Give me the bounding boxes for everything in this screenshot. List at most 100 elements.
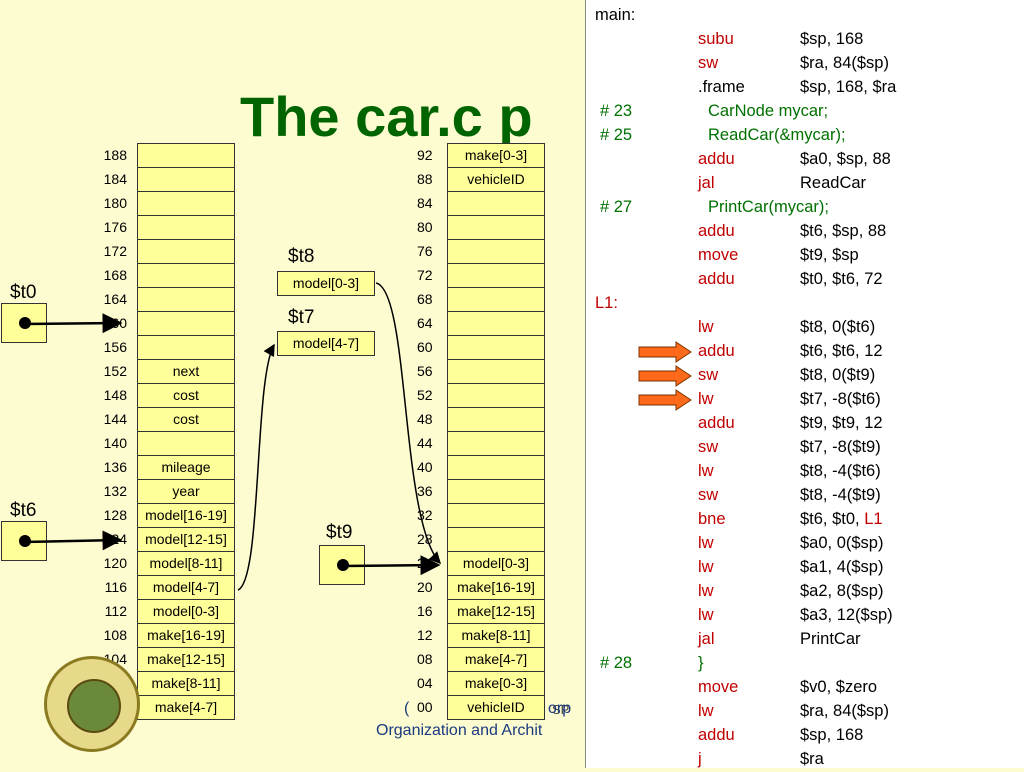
- code-line: move $t9, $sp: [586, 244, 1024, 268]
- opcode: lw: [698, 702, 714, 720]
- operands: $a1, 4($sp): [800, 558, 884, 576]
- highlight-arrow-icon: [638, 365, 692, 387]
- source-line-number: # 27: [600, 198, 633, 216]
- operands: $t8, -4($t6): [800, 462, 881, 480]
- operands: $t6, $t0, L1: [800, 510, 883, 528]
- operands: $t0, $t6, 72: [800, 270, 883, 288]
- code-line: lw $a1, 4($sp): [586, 556, 1024, 580]
- university-seal-logo: [44, 656, 140, 752]
- operands: $t8, -4($t9): [800, 486, 881, 504]
- opcode: bne: [698, 510, 726, 528]
- t9-arrow: [341, 555, 441, 576]
- operands: $a0, 0($sp): [800, 534, 884, 552]
- code-line: lw $t8, -4($t6): [586, 460, 1024, 484]
- opcode: addu: [698, 270, 735, 288]
- source-comment: PrintCar(mycar);: [708, 198, 830, 216]
- model-4-7-to-t7-arrow: [237, 343, 275, 591]
- code-line: subu $sp, 168: [586, 28, 1024, 52]
- code-label: main:: [595, 6, 636, 24]
- operands: $a3, 12($sp): [800, 606, 893, 624]
- opcode: move: [698, 678, 739, 696]
- code-line: bne $t6, $t0, L1: [586, 508, 1024, 532]
- operands: $sp, 168, $ra: [800, 78, 897, 96]
- source-line-number: # 25: [600, 126, 633, 144]
- opcode: addu: [698, 726, 735, 744]
- footer-fragment-b: orp: [548, 700, 572, 717]
- code-line: # 25 ReadCar(&mycar);: [586, 124, 1024, 148]
- highlight-arrow-icon: [638, 389, 692, 411]
- code-line: lw $t8, 0($t6): [586, 316, 1024, 340]
- opcode: lw: [698, 558, 714, 576]
- code-line: addu $sp, 168: [586, 724, 1024, 748]
- operands: $t8, 0($t9): [800, 366, 876, 384]
- opcode: sw: [698, 486, 719, 504]
- footer-fragment-a: (: [404, 700, 410, 717]
- operands: $ra, 84($sp): [800, 702, 889, 720]
- source-comment: CarNode mycar;: [708, 102, 829, 120]
- operands: $a2, 8($sp): [800, 582, 884, 600]
- operands: $t6, $t6, 12: [800, 342, 883, 360]
- operands: ReadCar: [800, 174, 867, 192]
- source-line-number: # 23: [600, 102, 633, 120]
- seal-emblem: [67, 679, 121, 733]
- operands: $sp, 168: [800, 726, 864, 744]
- opcode: move: [698, 246, 739, 264]
- code-line: sw $t8, 0($t9): [586, 364, 1024, 388]
- operands: $t9, $t9, 12: [800, 414, 883, 432]
- opcode: jal: [698, 174, 715, 192]
- t0-arrow: [23, 313, 123, 334]
- code-line: move $v0, $zero: [586, 676, 1024, 700]
- code-line: # 27 PrintCar(mycar);: [586, 196, 1024, 220]
- code-line: j $ra: [586, 748, 1024, 772]
- opcode: lw: [698, 318, 714, 336]
- opcode: j: [698, 750, 702, 768]
- code-line: lw $a0, 0($sp): [586, 532, 1024, 556]
- source-comment: ReadCar(&mycar);: [708, 126, 846, 144]
- code-line: addu $t6, $sp, 88: [586, 220, 1024, 244]
- opcode: lw: [698, 390, 714, 408]
- t8-to-model-0-3-arrow: [375, 282, 442, 565]
- opcode: sw: [698, 54, 719, 72]
- code-line: # 28}: [586, 652, 1024, 676]
- code-line: addu $t6, $t6, 12: [586, 340, 1024, 364]
- code-line: sw $ra, 84($sp): [586, 52, 1024, 76]
- opcode: lw: [698, 534, 714, 552]
- code-line: jal ReadCar: [586, 172, 1024, 196]
- operands: $t7, -8($t9): [800, 438, 881, 456]
- operands: $t7, -8($t6): [800, 390, 881, 408]
- operands: $v0, $zero: [800, 678, 878, 696]
- operands: $t9, $sp: [800, 246, 859, 264]
- code-label: L1:: [595, 294, 618, 312]
- code-line: sw $t8, -4($t9): [586, 484, 1024, 508]
- code-line: sw $t7, -8($t9): [586, 436, 1024, 460]
- opcode: sw: [698, 366, 719, 384]
- code-line: lw $a2, 8($sp): [586, 580, 1024, 604]
- opcode: addu: [698, 414, 735, 432]
- code-line: lw $a3, 12($sp): [586, 604, 1024, 628]
- code-line: .frame $sp, 168, $ra: [586, 76, 1024, 100]
- t6-arrow: [23, 530, 123, 551]
- opcode: lw: [698, 462, 714, 480]
- operands: $sp, 168: [800, 30, 864, 48]
- opcode: .frame: [698, 78, 745, 96]
- code-line: addu $t9, $t9, 12: [586, 412, 1024, 436]
- source-comment: }: [698, 654, 704, 672]
- operands: $ra: [800, 750, 824, 768]
- opcode: sw: [698, 438, 719, 456]
- footer-course-name: Organization and Archit: [376, 722, 543, 739]
- branch-target: L1: [864, 510, 883, 528]
- opcode: lw: [698, 582, 714, 600]
- opcode: lw: [698, 606, 714, 624]
- operands: $a0, $sp, 88: [800, 150, 891, 168]
- assembly-code-panel: main: subu $sp, 168 sw $ra, 84($sp) .frame $sp…: [585, 0, 1024, 768]
- source-line-number: # 28: [600, 654, 633, 672]
- code-line: lw $ra, 84($sp): [586, 700, 1024, 724]
- code-line: main:: [586, 4, 1024, 28]
- opcode: addu: [698, 222, 735, 240]
- code-line: # 23 CarNode mycar;: [586, 100, 1024, 124]
- code-line: addu $t0, $t6, 72: [586, 268, 1024, 292]
- code-line: L1:: [586, 292, 1024, 316]
- operands: $t8, 0($t6): [800, 318, 876, 336]
- operands: PrintCar: [800, 630, 861, 648]
- code-line: jal PrintCar: [586, 628, 1024, 652]
